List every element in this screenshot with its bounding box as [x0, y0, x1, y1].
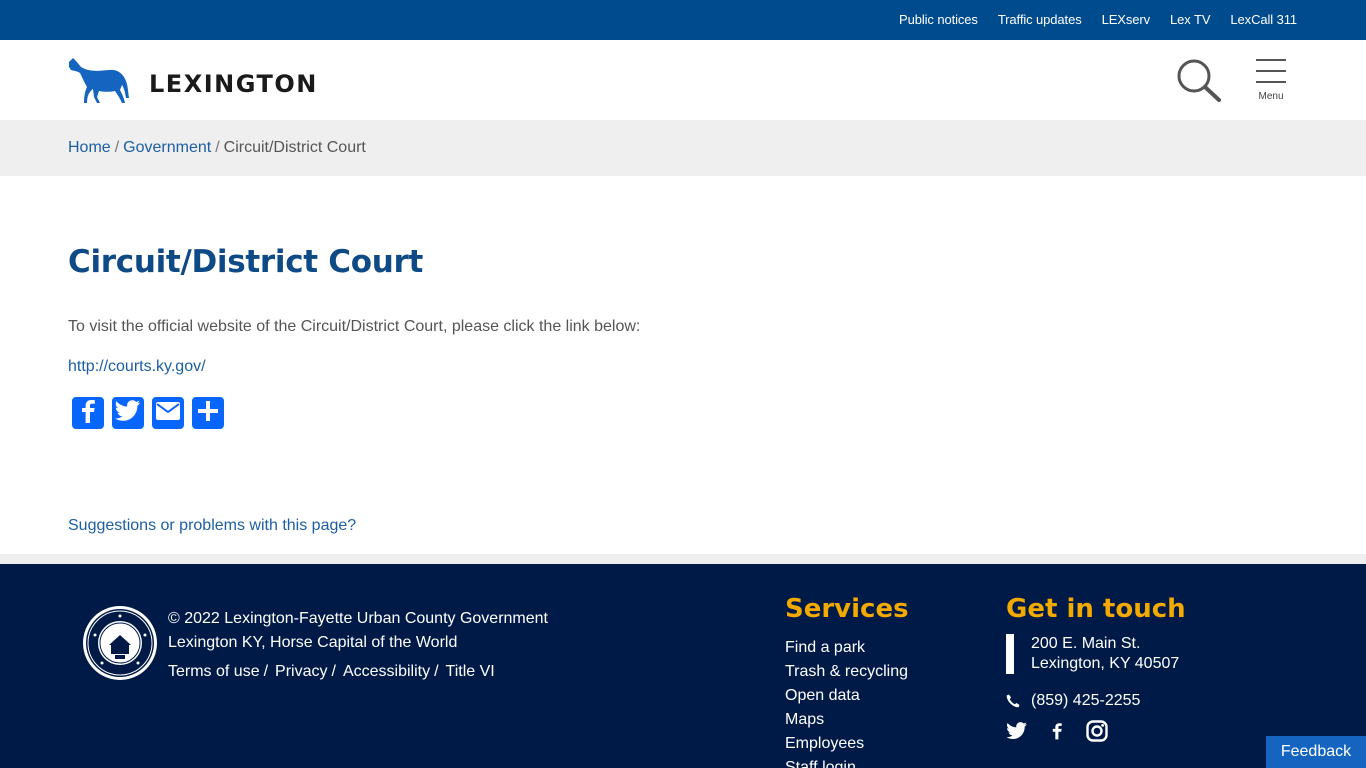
list-item: Employees — [785, 732, 908, 756]
list-item: Find a park — [785, 636, 908, 660]
share-more-button[interactable] — [192, 397, 224, 429]
facebook-icon — [78, 399, 98, 428]
breadcrumb-separator: / — [215, 139, 220, 156]
address: 200 E. Main St. Lexington, KY 40507 — [1031, 634, 1179, 674]
service-link-staff-login[interactable]: Staff login — [785, 759, 856, 768]
title-vi-link[interactable]: Title VI — [446, 663, 495, 680]
legal-links: Terms of use / Privacy / Accessibility / Title… — [168, 663, 495, 680]
site-logo[interactable]: LEXINGTON — [67, 56, 318, 111]
logo-wordmark: LEXINGTON — [149, 69, 318, 98]
twitter-icon[interactable] — [1006, 722, 1028, 740]
facebook-icon[interactable] — [1050, 719, 1064, 743]
social-links — [1006, 719, 1108, 743]
list-item: Open data — [785, 684, 908, 708]
utility-link-lexserv[interactable]: LEXserv — [1102, 12, 1151, 27]
footer-divider — [0, 554, 1366, 564]
terms-link[interactable]: Terms of use — [168, 663, 260, 680]
services-list: Find a park Trash & recycling Open data … — [785, 636, 908, 768]
share-twitter-button[interactable] — [112, 397, 144, 429]
page-title: Circuit/District Court — [68, 244, 424, 280]
copyright-line: © 2022 Lexington-Fayette Urban County Go… — [168, 610, 548, 627]
breadcrumb-government[interactable]: Government — [123, 139, 211, 156]
breadcrumb: Home / Government / Circuit/District Court — [68, 139, 366, 157]
email-icon — [156, 401, 180, 425]
breadcrumb-bar: Home / Government / Circuit/District Court — [0, 120, 1366, 176]
privacy-link[interactable]: Privacy — [275, 663, 327, 680]
contact-heading: Get in touch — [1006, 594, 1186, 624]
list-item: Trash & recycling — [785, 660, 908, 684]
tagline: Lexington KY, Horse Capital of the World — [168, 634, 458, 651]
site-header: LEXINGTON Menu — [0, 40, 1366, 120]
utility-link-lexcall[interactable]: LexCall 311 — [1230, 12, 1297, 27]
service-link-open-data[interactable]: Open data — [785, 687, 860, 704]
list-item: Staff login — [785, 756, 908, 768]
address-line: Lexington, KY 40507 — [1031, 655, 1180, 672]
phone-link[interactable]: (859) 425-2255 — [1031, 692, 1140, 710]
share-icon — [197, 400, 219, 427]
breadcrumb-separator: / — [114, 139, 120, 156]
menu-label: Menu — [1258, 91, 1284, 102]
utility-link-lex-tv[interactable]: Lex TV — [1170, 12, 1210, 27]
page-feedback-link[interactable]: Suggestions or problems with this page? — [68, 517, 356, 535]
search-button[interactable] — [1176, 58, 1222, 102]
service-link-employees[interactable]: Employees — [785, 735, 864, 752]
share-buttons — [72, 397, 224, 429]
service-link-trash-recycling[interactable]: Trash & recycling — [785, 663, 908, 680]
instagram-icon[interactable] — [1086, 720, 1108, 742]
county-seal-icon — [82, 605, 158, 686]
share-email-button[interactable] — [152, 397, 184, 429]
intro-text: To visit the official website of the Cir… — [68, 318, 641, 335]
feedback-button[interactable]: Feedback — [1266, 736, 1366, 768]
site-footer: © 2022 Lexington-Fayette Urban County Go… — [0, 564, 1366, 768]
utility-link-public-notices[interactable]: Public notices — [899, 12, 978, 27]
search-icon — [1176, 59, 1222, 106]
utility-link-traffic-updates[interactable]: Traffic updates — [998, 12, 1082, 27]
service-link-find-a-park[interactable]: Find a park — [785, 639, 865, 656]
breadcrumb-home[interactable]: Home — [68, 139, 111, 156]
menu-button[interactable]: Menu — [1253, 58, 1289, 104]
address-line: 200 E. Main St. — [1031, 635, 1141, 652]
courts-website-link[interactable]: http://courts.ky.gov/ — [68, 358, 206, 376]
horse-icon — [67, 56, 131, 111]
service-link-maps[interactable]: Maps — [785, 711, 824, 728]
share-facebook-button[interactable] — [72, 397, 104, 429]
accessibility-link[interactable]: Accessibility — [343, 663, 430, 680]
phone-icon — [1006, 694, 1020, 713]
breadcrumb-current: Circuit/District Court — [223, 139, 366, 156]
twitter-icon — [115, 399, 141, 427]
list-item: Maps — [785, 708, 908, 732]
address-marker — [1006, 634, 1014, 674]
utility-bar: Public notices Traffic updates LEXserv L… — [0, 0, 1366, 40]
services-heading: Services — [785, 594, 909, 624]
copyright-text: © 2022 Lexington-Fayette Urban County Go… — [168, 607, 548, 655]
utility-nav: Public notices Traffic updates LEXserv L… — [899, 12, 1297, 27]
